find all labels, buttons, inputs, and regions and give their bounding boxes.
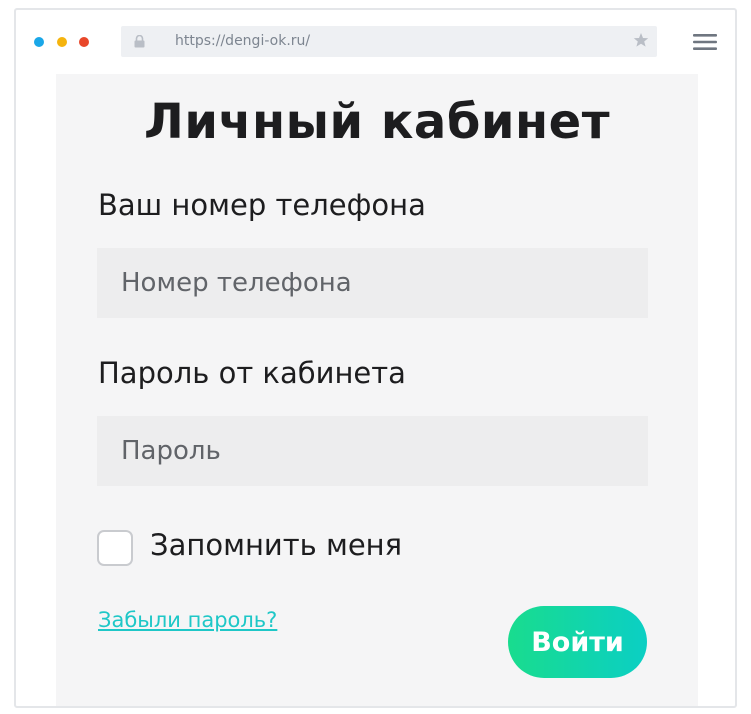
password-input[interactable]: [97, 416, 648, 486]
remember-me-checkbox[interactable]: [97, 530, 133, 566]
forgot-password-link[interactable]: Забыли пароль?: [98, 608, 277, 632]
lock-icon: [134, 35, 145, 48]
login-button[interactable]: Войти: [508, 606, 647, 678]
remember-me-label[interactable]: Запомнить меня: [150, 528, 402, 562]
hamburger-menu-icon[interactable]: [693, 34, 717, 50]
phone-label: Ваш номер телефона: [98, 188, 426, 222]
window-dot-yellow[interactable]: [57, 37, 67, 47]
window-dot-red[interactable]: [79, 37, 89, 47]
login-card: Личный кабинет Ваш номер телефона Пароль…: [56, 74, 698, 706]
address-bar[interactable]: https://dengi-ok.ru/: [121, 26, 657, 57]
url-text[interactable]: https://dengi-ok.ru/: [175, 33, 310, 49]
phone-input[interactable]: [97, 248, 648, 318]
page-title: Личный кабинет: [143, 94, 611, 150]
browser-window: https://dengi-ok.ru/ Личный кабинет Ваш …: [14, 8, 737, 708]
password-label: Пароль от кабинета: [98, 356, 406, 390]
window-dot-blue[interactable]: [34, 37, 44, 47]
star-icon[interactable]: [633, 32, 649, 48]
